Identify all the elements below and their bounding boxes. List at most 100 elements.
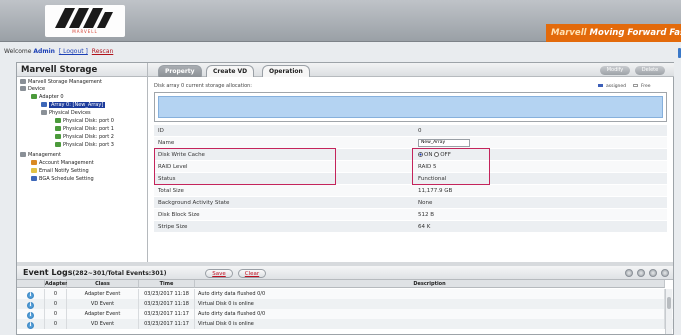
prev-page-icon[interactable]	[637, 269, 645, 277]
tab-bar: Property Create VD Operation Modify Dele…	[148, 63, 674, 77]
highlight-box-left	[154, 148, 336, 185]
panel-title: Marvell Storage	[17, 63, 147, 77]
property-value: 64 K	[418, 224, 431, 230]
legend-label: assigned	[606, 84, 627, 89]
event-time: 03/23/2017 11:17	[139, 319, 195, 329]
tree-label: Physical Disk: port 1	[63, 126, 114, 132]
scrollbar-thumb[interactable]	[667, 297, 671, 309]
legend-label: Free	[641, 84, 651, 89]
account-icon	[31, 160, 37, 165]
column-header-time: Time	[139, 280, 195, 288]
property-row: ID 0	[154, 125, 667, 137]
main-panel: Marvell Storage Marvell Storage Manageme…	[16, 62, 674, 335]
event-log-title: Event Logs(282~301/Total Events:301)	[23, 268, 166, 277]
tree-node-storage-management[interactable]: Marvell Storage Management	[20, 79, 102, 86]
info-icon: i	[27, 322, 34, 329]
tab-property[interactable]: Property	[158, 65, 202, 77]
marvell-logo-mark-icon	[55, 8, 113, 28]
tree-label: Physical Disk: port 0	[63, 118, 114, 124]
tree-label: Adapter 0	[39, 94, 64, 100]
property-row: Stripe Size 64 K	[154, 221, 667, 233]
first-page-icon[interactable]	[625, 269, 633, 277]
disk-icon	[55, 134, 61, 139]
tree-node-disk-port-1[interactable]: Physical Disk: port 1	[55, 126, 114, 133]
storage-management-icon	[20, 79, 26, 84]
disk-icon	[55, 126, 61, 131]
delete-button[interactable]: Delete	[635, 66, 665, 75]
tree-label: Physical Disk: port 2	[63, 134, 114, 140]
event-row[interactable]: i 0 VD Event 03/23/2017 11:17 Virtual Di…	[17, 319, 673, 329]
event-icon-cell: i	[17, 289, 45, 299]
event-class: Adapter Event	[67, 289, 139, 299]
tree-label: Physical Devices	[49, 110, 91, 116]
clear-button[interactable]: Clear	[238, 269, 266, 278]
email-icon	[31, 168, 37, 173]
event-time: 03/23/2017 11:18	[139, 299, 195, 309]
user-name: Admin	[33, 48, 55, 55]
event-time: 03/23/2017 11:18	[139, 289, 195, 299]
tree-node-disk-port-0[interactable]: Physical Disk: port 0	[55, 118, 114, 125]
tree-label-selected: Array 0: [New_Array]	[49, 102, 106, 108]
tree-node-management[interactable]: Management	[20, 152, 61, 159]
save-button[interactable]: Save	[205, 269, 233, 278]
tree-node-bga-schedule[interactable]: BGA Schedule Setting	[31, 176, 94, 183]
logout-link[interactable]: [ Logout ]	[59, 48, 88, 55]
array-icon	[41, 102, 47, 107]
event-icon-cell: i	[17, 319, 45, 329]
tab-operation[interactable]: Operation	[262, 65, 310, 77]
tab-create-vd[interactable]: Create VD	[206, 65, 255, 77]
property-value: None	[418, 200, 433, 206]
event-description: Virtual Disk 0 is online	[195, 319, 665, 329]
tree-label: Management	[28, 152, 61, 158]
tree-label: BGA Schedule Setting	[39, 176, 94, 182]
tree-node-email-notify[interactable]: Email Notify Setting	[31, 168, 89, 175]
property-value: 512 B	[418, 212, 435, 218]
array-name-input[interactable]	[418, 138, 470, 147]
highlight-box-right	[412, 148, 490, 185]
info-icon: i	[27, 312, 34, 319]
device-icon	[20, 86, 26, 91]
modify-button[interactable]: Modify	[600, 66, 630, 75]
tree-node-account-management[interactable]: Account Management	[31, 160, 94, 167]
rescan-link[interactable]: Rescan	[92, 48, 114, 55]
brand-name: MARVELL	[72, 29, 98, 34]
column-header-adapter: Adapter	[45, 280, 68, 288]
folder-icon	[41, 110, 47, 115]
next-page-icon[interactable]	[649, 269, 657, 277]
property-value: 11,177.9 GB	[418, 188, 453, 194]
tree-node-disk-port-3[interactable]: Physical Disk: port 3	[55, 142, 114, 149]
event-time: 03/23/2017 11:17	[139, 309, 195, 319]
tree-node-disk-port-2[interactable]: Physical Disk: port 2	[55, 134, 114, 141]
column-header-description: Description	[195, 280, 665, 288]
event-log-scrollbar[interactable]	[665, 289, 672, 334]
tree-node-device[interactable]: Device	[20, 86, 45, 93]
property-key: Stripe Size	[158, 224, 188, 230]
tree-node-physical-devices[interactable]: Physical Devices	[41, 110, 91, 117]
device-tree-panel: Marvell Storage Marvell Storage Manageme…	[17, 63, 148, 262]
tree-node-array-0[interactable]: Array 0: [New_Array]	[41, 102, 106, 109]
info-icon: i	[27, 302, 34, 309]
event-log-title-text: Event Logs	[23, 268, 73, 277]
event-row[interactable]: i 0 Adapter Event 03/23/2017 11:18 Auto …	[17, 289, 673, 299]
top-banner: MARVELL MarvellMoving Forward Faster	[0, 0, 681, 42]
management-icon	[20, 152, 26, 157]
tree-label: Email Notify Setting	[39, 168, 89, 174]
free-swatch	[633, 84, 638, 87]
property-value: 0	[418, 128, 422, 134]
property-row: Background Activity State None	[154, 197, 667, 209]
event-adapter: 0	[45, 289, 67, 299]
welcome-bar: Welcome Admin [ Logout ] Rescan	[0, 45, 113, 59]
column-header-class: Class	[67, 280, 139, 288]
disk-icon	[55, 142, 61, 147]
event-adapter: 0	[45, 319, 67, 329]
tree-node-adapter-0[interactable]: Adapter 0	[31, 94, 64, 101]
last-page-icon[interactable]	[661, 269, 669, 277]
event-class: VD Event	[67, 299, 139, 309]
legend-free: Free	[633, 84, 651, 89]
property-key: Disk Block Size	[158, 212, 200, 218]
column-header-icon	[17, 280, 45, 288]
schedule-icon	[31, 176, 37, 181]
event-row[interactable]: i 0 Adapter Event 03/23/2017 11:17 Auto …	[17, 309, 673, 319]
event-description: Virtual Disk 0 is online	[195, 299, 665, 309]
event-row[interactable]: i 0 VD Event 03/23/2017 11:18 Virtual Di…	[17, 299, 673, 309]
